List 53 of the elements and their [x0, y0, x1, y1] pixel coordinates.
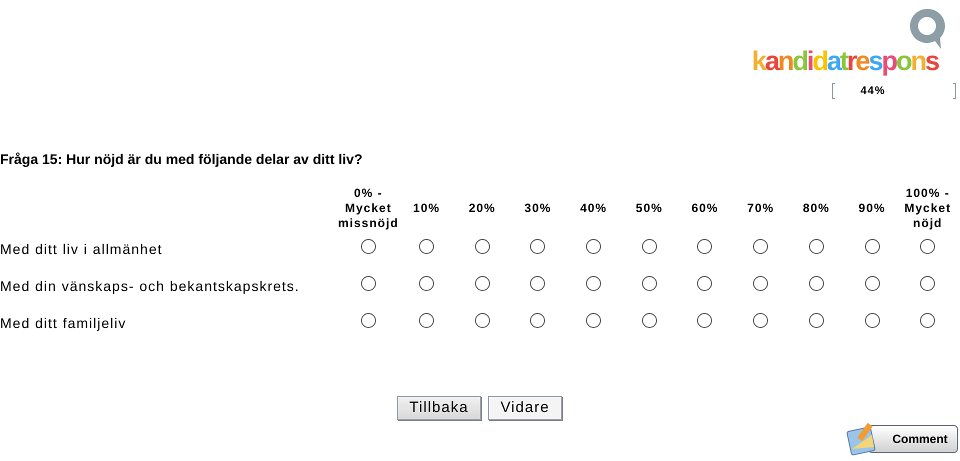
radio-button[interactable] — [697, 312, 712, 328]
column-header: 20% — [468, 201, 497, 216]
radio-button[interactable] — [864, 238, 880, 254]
radio-button[interactable] — [419, 238, 434, 254]
column-header: 0% - Mycket missnöjd — [338, 186, 399, 231]
radio-button[interactable] — [586, 238, 602, 254]
column-header: 70% — [746, 201, 776, 216]
column-header: 80% — [802, 201, 831, 216]
radio-button[interactable] — [697, 238, 712, 254]
logo: kandidatrespons — [752, 48, 938, 75]
radio-button[interactable] — [642, 238, 657, 254]
radio-button[interactable] — [642, 276, 657, 290]
radio-button[interactable] — [586, 312, 602, 328]
radio-button[interactable] — [419, 312, 434, 328]
progress-text: 44% — [860, 84, 886, 99]
column-header: 60% — [690, 201, 720, 216]
nav-button[interactable]: Vidare — [488, 396, 562, 420]
radio-button[interactable] — [530, 276, 546, 290]
radio-button[interactable] — [697, 276, 712, 290]
radio-button[interactable] — [586, 276, 602, 290]
question-title: Fråga 15: Hur nöjd är du med följande delar av ditt liv? — [0, 150, 363, 169]
column-header: 30% — [523, 201, 552, 216]
radio-button[interactable] — [530, 312, 546, 328]
radio-button[interactable] — [360, 276, 376, 290]
radio-button[interactable] — [419, 276, 434, 290]
radio-button[interactable] — [360, 312, 376, 328]
column-header: 100% - Mycket nöjd — [903, 186, 952, 231]
statement-label: Med ditt liv i allmänhet — [0, 240, 163, 256]
statement-label: Med din vänskaps- och bekantskapskrets. — [0, 278, 300, 294]
radio-button[interactable] — [474, 238, 490, 254]
radio-button[interactable] — [920, 312, 936, 328]
nav-button[interactable]: Tillbaka — [397, 396, 481, 420]
radio-button[interactable] — [530, 238, 546, 254]
statement-label: Med ditt familjeliv — [0, 314, 126, 330]
radio-button[interactable] — [864, 312, 880, 328]
radio-button[interactable] — [642, 312, 657, 328]
radio-button[interactable] — [920, 276, 936, 290]
radio-button[interactable] — [753, 312, 768, 328]
radio-button[interactable] — [474, 276, 490, 290]
comment-button[interactable]: Comment — [868, 425, 958, 453]
column-header: 50% — [634, 201, 664, 216]
radio-button[interactable] — [474, 312, 490, 328]
radio-button[interactable] — [808, 238, 824, 254]
radio-button[interactable] — [753, 276, 768, 290]
column-header: 10% — [412, 201, 442, 216]
radio-button[interactable] — [753, 238, 768, 254]
radio-button[interactable] — [808, 312, 824, 328]
column-header: 90% — [858, 201, 887, 216]
radio-button[interactable] — [920, 238, 936, 254]
radio-button[interactable] — [864, 276, 880, 290]
column-header: 40% — [579, 201, 608, 216]
radio-button[interactable] — [808, 276, 824, 290]
radio-button[interactable] — [360, 238, 376, 254]
